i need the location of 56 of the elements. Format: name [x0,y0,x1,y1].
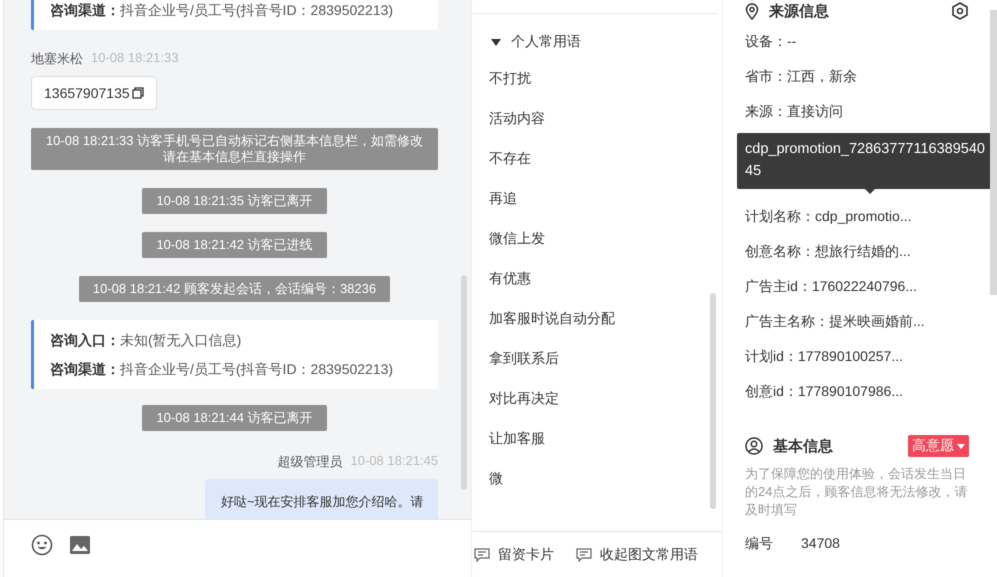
phrase-item[interactable]: 不打扰 [489,68,531,88]
section-title: 基本信息 [773,436,834,456]
phrase-item[interactable]: 不存在 [489,148,531,168]
scrollbar[interactable] [461,275,467,490]
scrollbar[interactable] [990,10,997,295]
footer-button[interactable]: 收起图文常用语 [576,546,698,564]
caret-icon [491,38,501,46]
phrase-item[interactable]: 有优惠 [489,268,531,288]
message-bubble: 好哒~现在安排客服加您介绍哈。请 [205,479,438,519]
field-value: 34708 [801,535,840,553]
phrase-item[interactable]: 微 [489,468,503,488]
location-pin-icon [745,2,759,20]
source-info-row-text: 广告主名称：提米映画婚前... [745,312,926,331]
footer-button[interactable]: 留资卡片 [474,546,554,564]
notice-text: 为了保障您的使用体验，会话发生当日的24点之后，顾客信息将无法修改，请及时填写 [745,465,968,519]
source-info-row-text: 计划名称：cdp_promotio... [745,207,912,226]
source-info-row-text: 设备：-- [745,32,798,51]
phrase-item[interactable]: 拿到联系后 [489,348,559,368]
source-info-row-text: 创意名称：想旅行结婚的... [745,242,912,261]
sender-name: 地塞米松 [31,50,83,68]
source-info-row-text: 广告主id：176022240796... [745,277,918,296]
source-info-row-text: 省市：江西，新余 [745,67,858,86]
system-notice: 10-08 18:21:44 访客已离开 [142,405,327,431]
message-time: 10-08 18:21:33 [91,50,178,67]
message-time: 10-08 18:21:45 [350,453,438,470]
emoji-icon[interactable] [31,534,53,556]
phone-number-message: 13657907135 [31,76,157,110]
info-card-row-text: 咨询渠道：抖音企业号/员工号(抖音号ID：2839502213) [50,360,394,379]
message-card-icon [576,548,592,562]
phrase-item[interactable]: 让加客服 [489,428,545,448]
phrase-item[interactable]: 对比再决定 [489,388,559,408]
info-card-row-text: 咨询入口：未知(暂无入口信息) [50,331,242,350]
phrase-item[interactable]: 再追 [489,188,517,208]
phrase-item[interactable]: 加客服时说自动分配 [489,308,615,328]
image-icon[interactable] [69,534,91,554]
hexagon-icon[interactable] [951,2,969,20]
caret-icon [957,444,965,448]
message-card-icon [474,548,490,562]
field-label: 编号 [745,535,774,553]
system-notice: 10-08 18:21:33 访客手机号已自动标记右侧基本信息栏，如需修改请在基本信息栏直接操作 [31,128,438,170]
info-card-row-text: 咨询渠道：抖音企业号/员工号(抖音号ID：2839502213) [50,1,394,20]
system-notice: 10-08 18:21:42 顾客发起会话，会话编号：38236 [78,276,390,302]
phrase-item[interactable]: 微信上发 [489,228,545,248]
source-info-row-text: 来源：直接访问 [745,102,844,121]
intent-tag-dropdown[interactable]: 高意愿 [908,435,969,457]
phrase-group-header[interactable]: 个人常用语 [472,14,722,54]
section-title: 来源信息 [769,2,830,20]
source-info-row-text: 计划id：177890100257... [745,347,904,366]
sender-name: 超级管理员 [278,453,343,471]
person-icon [745,437,763,455]
system-notice: 10-08 18:21:42 访客已进线 [142,232,327,258]
system-notice: 10-08 18:21:35 访客已离开 [142,188,327,214]
source-info-row-text: 创意id：177890107986... [745,382,904,401]
phrase-item[interactable]: 活动内容 [489,108,545,128]
scrollbar[interactable] [710,293,716,509]
copy-icon[interactable] [132,87,144,99]
